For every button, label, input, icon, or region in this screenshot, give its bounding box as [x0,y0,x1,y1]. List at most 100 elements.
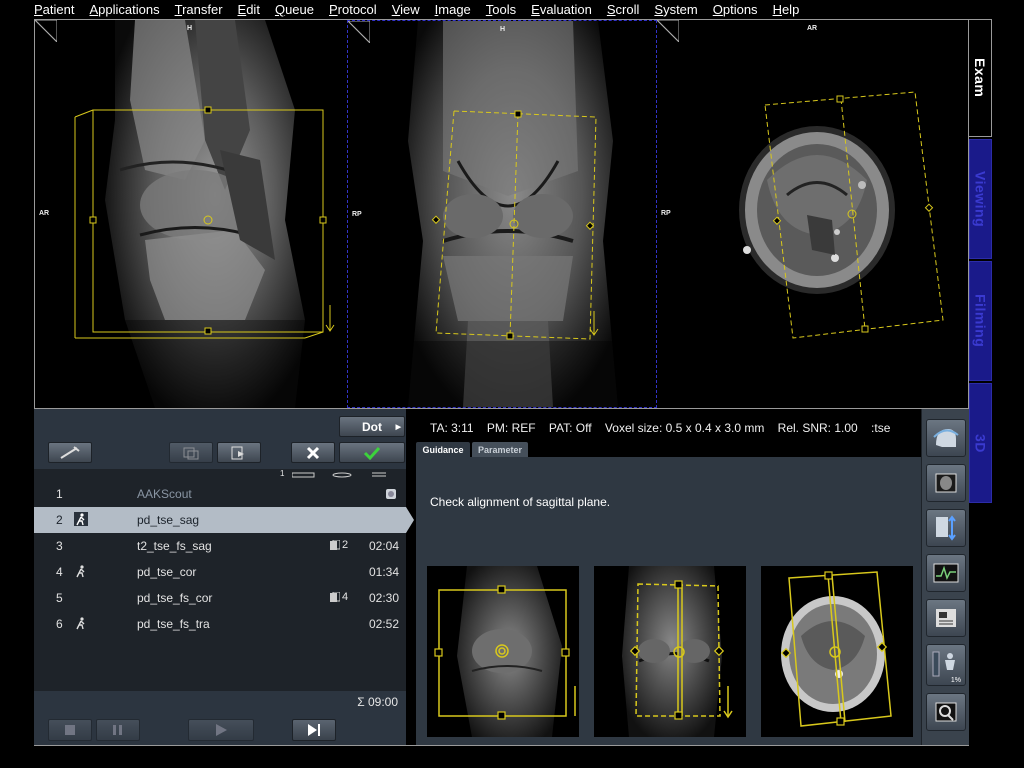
list-header: 1 [34,469,406,481]
list-item-selected[interactable]: 2 pd_tse_sag [34,507,406,533]
head-coil-button[interactable] [926,419,966,457]
image-viewer: H AR H RP AR RP [34,19,969,409]
list-item[interactable]: 4 pd_tse_cor 01:34 [34,559,406,585]
physio-icon [933,563,959,583]
menu-edit[interactable]: Edit [238,2,260,17]
apply-button[interactable] [339,442,405,463]
pause-button[interactable] [96,719,140,741]
coronal-knee-image [348,21,656,407]
table-move-icon [936,515,956,541]
protocol-editor-icon [936,609,956,627]
axial-segment[interactable]: AR RP [657,20,968,408]
list-item[interactable]: 5 pd_tse_fs_cor 4 02:30 [34,585,406,611]
list-item[interactable]: 3 t2_tse_fs_sag 2 02:04 [34,533,406,559]
append-button[interactable] [217,442,261,463]
tab-parameter[interactable]: Parameter [472,442,528,458]
edit-properties-button[interactable] [48,442,92,463]
row-count: 4 [342,591,349,603]
axial-knee-image [739,91,944,339]
menu-evaluation[interactable]: Evaluation [531,2,592,17]
close-icon [306,446,320,459]
copy-icon [183,447,199,459]
row-name: pd_tse_fs_tra [137,617,210,631]
row-number: 1 [56,487,63,501]
tab-viewing[interactable]: Viewing [969,139,992,259]
row-name: t2_tse_fs_sag [137,539,212,553]
program-list: 1 AAKScout 2 pd_tse_sag 3 t2_tse_fs_sag … [34,481,414,691]
run-icon [74,512,88,526]
search-zoom-button[interactable] [926,693,966,731]
dot-label: Dot [362,419,382,434]
stop-icon [65,725,75,735]
status-done-icon [386,489,396,499]
tab-label: 3D [972,433,989,453]
protocol-editor-button[interactable] [926,599,966,637]
tab-3d[interactable]: 3D [969,383,992,503]
head-coil-icon [933,429,959,447]
row-duration: 02:52 [369,617,400,631]
dot-button[interactable]: Dot ▶ [339,416,405,437]
run-icon [76,565,85,578]
row-count: 2 [342,539,349,551]
orientation-top: H [500,26,506,33]
localizer-icon [935,473,957,493]
run-icon [76,617,85,630]
header-list-icon [372,472,386,477]
row-number: 6 [56,617,63,631]
tab-label: Exam [972,58,988,98]
delete-button[interactable] [291,442,335,463]
skip-button[interactable] [292,719,336,741]
menu-scroll[interactable]: Scroll [607,2,640,17]
copies-icon [330,592,340,602]
patient-position-button[interactable]: 1% [926,644,966,686]
sagittal-knee-image [35,20,347,408]
row-number: 2 [56,513,63,527]
segment-corner-icon[interactable] [348,21,370,43]
menu-queue[interactable]: Queue [275,2,314,17]
coronal-segment[interactable]: H RP [347,20,657,408]
segment-corner-icon[interactable] [657,20,679,42]
sagittal-segment[interactable]: H AR [35,20,347,408]
stop-button[interactable] [48,719,92,741]
row-number: 4 [56,565,63,579]
guidance-thumbnail-coronal [594,566,746,737]
menu-help[interactable]: Help [773,2,800,17]
append-icon [231,446,244,459]
table-move-button[interactable] [926,509,966,547]
menu-patient[interactable]: Patient [34,2,74,17]
row-duration: 02:04 [369,539,400,553]
orientation-left: RP [352,211,362,218]
menu-options[interactable]: Options [713,2,758,17]
header-table-icon [292,472,315,478]
physio-button[interactable] [926,554,966,592]
menu-applications[interactable]: Applications [89,2,159,17]
tab-filming[interactable]: Filming [969,261,992,381]
localizer-button[interactable] [926,464,966,502]
menu-transfer[interactable]: Transfer [175,2,223,17]
header-coil-icon [332,472,352,478]
copy-button[interactable] [169,442,213,463]
list-item[interactable]: 6 pd_tse_fs_tra 02:52 [34,611,406,637]
tab-guidance[interactable]: Guidance [416,442,470,458]
copies-icon [330,540,340,550]
row-number: 5 [56,591,63,605]
orientation-left: RP [661,210,671,217]
guidance-panel: Check alignment of sagittal plane. [416,457,921,746]
segment-corner-icon[interactable] [35,20,57,42]
selection-arrow [406,507,414,533]
menu-tools[interactable]: Tools [486,2,516,17]
tab-exam[interactable]: Exam [969,19,992,137]
frame-bottom-border [34,745,969,746]
menu-view[interactable]: View [392,2,420,17]
menu-image[interactable]: Image [435,2,471,17]
tab-label: Viewing [972,170,989,228]
list-item[interactable]: 1 AAKScout [34,481,406,507]
guidance-thumbnail-sagittal [427,566,579,737]
menu-protocol[interactable]: Protocol [329,2,377,17]
row-name: pd_tse_fs_cor [137,591,213,605]
play-icon [216,724,227,736]
continue-button[interactable] [188,719,254,741]
program-panel: Dot ▶ 1 1 AAKScout 2 pd_tse_sag 3 t2_tse… [34,409,414,746]
orientation-left: AR [39,210,50,217]
menu-system[interactable]: System [654,2,697,17]
